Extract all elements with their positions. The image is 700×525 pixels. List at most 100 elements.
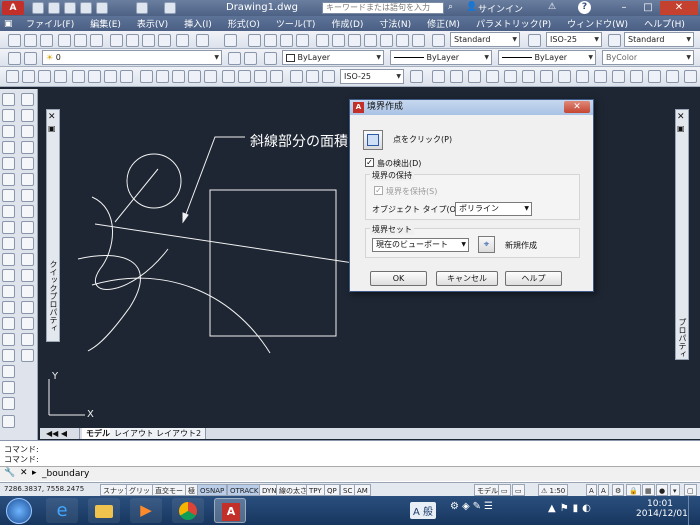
menu-draw[interactable]: 作成(D) <box>323 17 371 30</box>
isolate-objects-icon[interactable]: ● <box>656 484 669 496</box>
calculator-icon[interactable] <box>396 34 409 47</box>
fillet-tool-icon[interactable] <box>21 317 34 330</box>
copy-tool-icon[interactable] <box>21 109 34 122</box>
join-icon[interactable] <box>648 70 661 83</box>
insert-block-icon[interactable] <box>2 269 15 282</box>
menu-window[interactable]: ウィンドウ(W) <box>559 17 636 30</box>
island-detect-checkbox[interactable]: ✓ <box>365 158 374 167</box>
help-button[interactable]: ヘルプ <box>505 271 562 286</box>
open-file-icon[interactable] <box>24 34 37 47</box>
extend-icon[interactable] <box>612 70 625 83</box>
add-selected-icon[interactable] <box>2 397 15 410</box>
color-select[interactable]: ByLayer <box>282 50 384 65</box>
autocad-logo-icon[interactable]: A <box>2 1 24 15</box>
explode-tool-icon[interactable] <box>21 333 34 346</box>
hardware-accel-icon[interactable]: ▦ <box>642 484 655 496</box>
layer-select[interactable]: ☀ 0 <box>42 50 222 65</box>
design-center-icon[interactable] <box>332 34 345 47</box>
layer-previous-icon[interactable] <box>244 52 257 65</box>
print-icon[interactable] <box>96 2 108 14</box>
spline-icon[interactable] <box>2 221 15 234</box>
tab-layout2[interactable]: レイアウト2 <box>152 428 207 439</box>
cancel-button[interactable]: キャンセル <box>436 271 498 286</box>
qp-toggle[interactable]: QP <box>324 484 340 496</box>
copy-icon[interactable] <box>126 34 139 47</box>
dim-update-icon[interactable] <box>322 70 335 83</box>
center-mark-icon[interactable] <box>238 70 251 83</box>
dim-space-icon[interactable] <box>188 70 201 83</box>
exchange-icon[interactable]: ⚠ <box>548 2 556 12</box>
pan-icon[interactable] <box>248 34 261 47</box>
menu-insert[interactable]: 挿入(I) <box>176 17 220 30</box>
save-as-icon[interactable] <box>80 2 92 14</box>
linear-dim-icon[interactable] <box>6 70 19 83</box>
break-tool-icon[interactable] <box>21 269 34 282</box>
keyword-search-input[interactable]: キーワードまたは語句を入力 <box>322 2 444 14</box>
chamfer-tool-icon[interactable] <box>21 301 34 314</box>
gradient-icon[interactable] <box>2 333 15 346</box>
text-style-select[interactable]: Standard <box>450 32 520 47</box>
dim-style-icon[interactable] <box>528 34 541 47</box>
dim-style-manager-icon[interactable] <box>410 70 423 83</box>
circle-icon[interactable] <box>2 189 15 202</box>
tray-icons[interactable]: ▲⚑▮◐ <box>548 503 595 514</box>
point-icon[interactable] <box>2 301 15 314</box>
redo-tool-icon[interactable] <box>224 34 237 47</box>
diameter-dim-icon[interactable] <box>104 70 117 83</box>
undo-tool-icon[interactable] <box>196 34 209 47</box>
arc-length-icon[interactable] <box>38 70 51 83</box>
layer-properties-icon[interactable] <box>8 52 21 65</box>
revision-cloud-icon[interactable] <box>2 205 15 218</box>
mtext-icon[interactable] <box>2 381 15 394</box>
plot-icon[interactable] <box>58 34 71 47</box>
pick-points-button[interactable] <box>363 130 383 150</box>
copy-object-icon[interactable] <box>450 70 463 83</box>
sheet-set-icon[interactable] <box>364 34 377 47</box>
zoom-window-icon[interactable] <box>280 34 293 47</box>
markup-icon[interactable] <box>380 34 393 47</box>
coordinate-display[interactable]: 7286.3837, 7558.2475 <box>4 485 84 493</box>
object-type-select[interactable]: ポリライン <box>455 202 532 216</box>
publish-icon[interactable] <box>90 34 103 47</box>
tolerance-icon[interactable] <box>222 70 235 83</box>
annotation-scale-select[interactable]: ⚠ 1:50 <box>538 484 569 496</box>
save-icon[interactable] <box>64 2 76 14</box>
dim-style-select-2[interactable]: ISO-25 <box>340 69 404 84</box>
table-style-select[interactable]: Standard <box>624 32 694 47</box>
minimize-button[interactable]: – <box>614 1 634 15</box>
search-icon[interactable]: ⌕ <box>448 2 453 12</box>
dialog-close-button[interactable]: ✕ <box>564 101 590 113</box>
paste-icon[interactable] <box>142 34 155 47</box>
line-tool-icon[interactable] <box>2 93 15 106</box>
fillet-icon[interactable] <box>684 70 697 83</box>
erase-icon[interactable] <box>432 70 445 83</box>
tpy-toggle[interactable]: TPY <box>306 484 325 496</box>
stretch-tool-icon[interactable] <box>21 221 34 234</box>
lineweight-toggle[interactable]: 線の太さ <box>276 484 310 496</box>
ellipse-icon[interactable] <box>2 237 15 250</box>
menu-format[interactable]: 形式(O) <box>220 17 268 30</box>
menu-parametric[interactable]: パラメトリック(P) <box>468 17 559 30</box>
scale-icon[interactable] <box>558 70 571 83</box>
status-menu-icon[interactable]: ▾ <box>670 484 680 496</box>
stretch-icon[interactable] <box>576 70 589 83</box>
command-input-row[interactable]: 🔧 ✕ ▸ _boundary <box>0 466 700 481</box>
text-tool-icon[interactable] <box>21 349 34 362</box>
dim-text-edit-icon[interactable] <box>306 70 319 83</box>
trim-icon[interactable] <box>594 70 607 83</box>
close-button[interactable]: ✕ <box>660 1 698 15</box>
annotation-visibility-icon[interactable]: A <box>586 484 597 496</box>
color-icon[interactable] <box>264 52 277 65</box>
match-properties-icon[interactable] <box>158 34 171 47</box>
radius-dim-icon[interactable] <box>72 70 85 83</box>
trim-tool-icon[interactable] <box>21 237 34 250</box>
signin-link[interactable]: サインイン <box>478 2 523 15</box>
menu-edit[interactable]: 編集(E) <box>82 17 129 30</box>
autocad-taskbar-icon[interactable]: A <box>214 498 246 523</box>
clean-screen-icon[interactable]: ▢ <box>684 484 697 496</box>
rotate-icon[interactable] <box>540 70 553 83</box>
region-icon[interactable] <box>2 349 15 362</box>
save-file-icon[interactable] <box>40 34 53 47</box>
move-icon[interactable] <box>522 70 535 83</box>
new-boundary-set-button[interactable]: ⌖ <box>478 236 495 253</box>
